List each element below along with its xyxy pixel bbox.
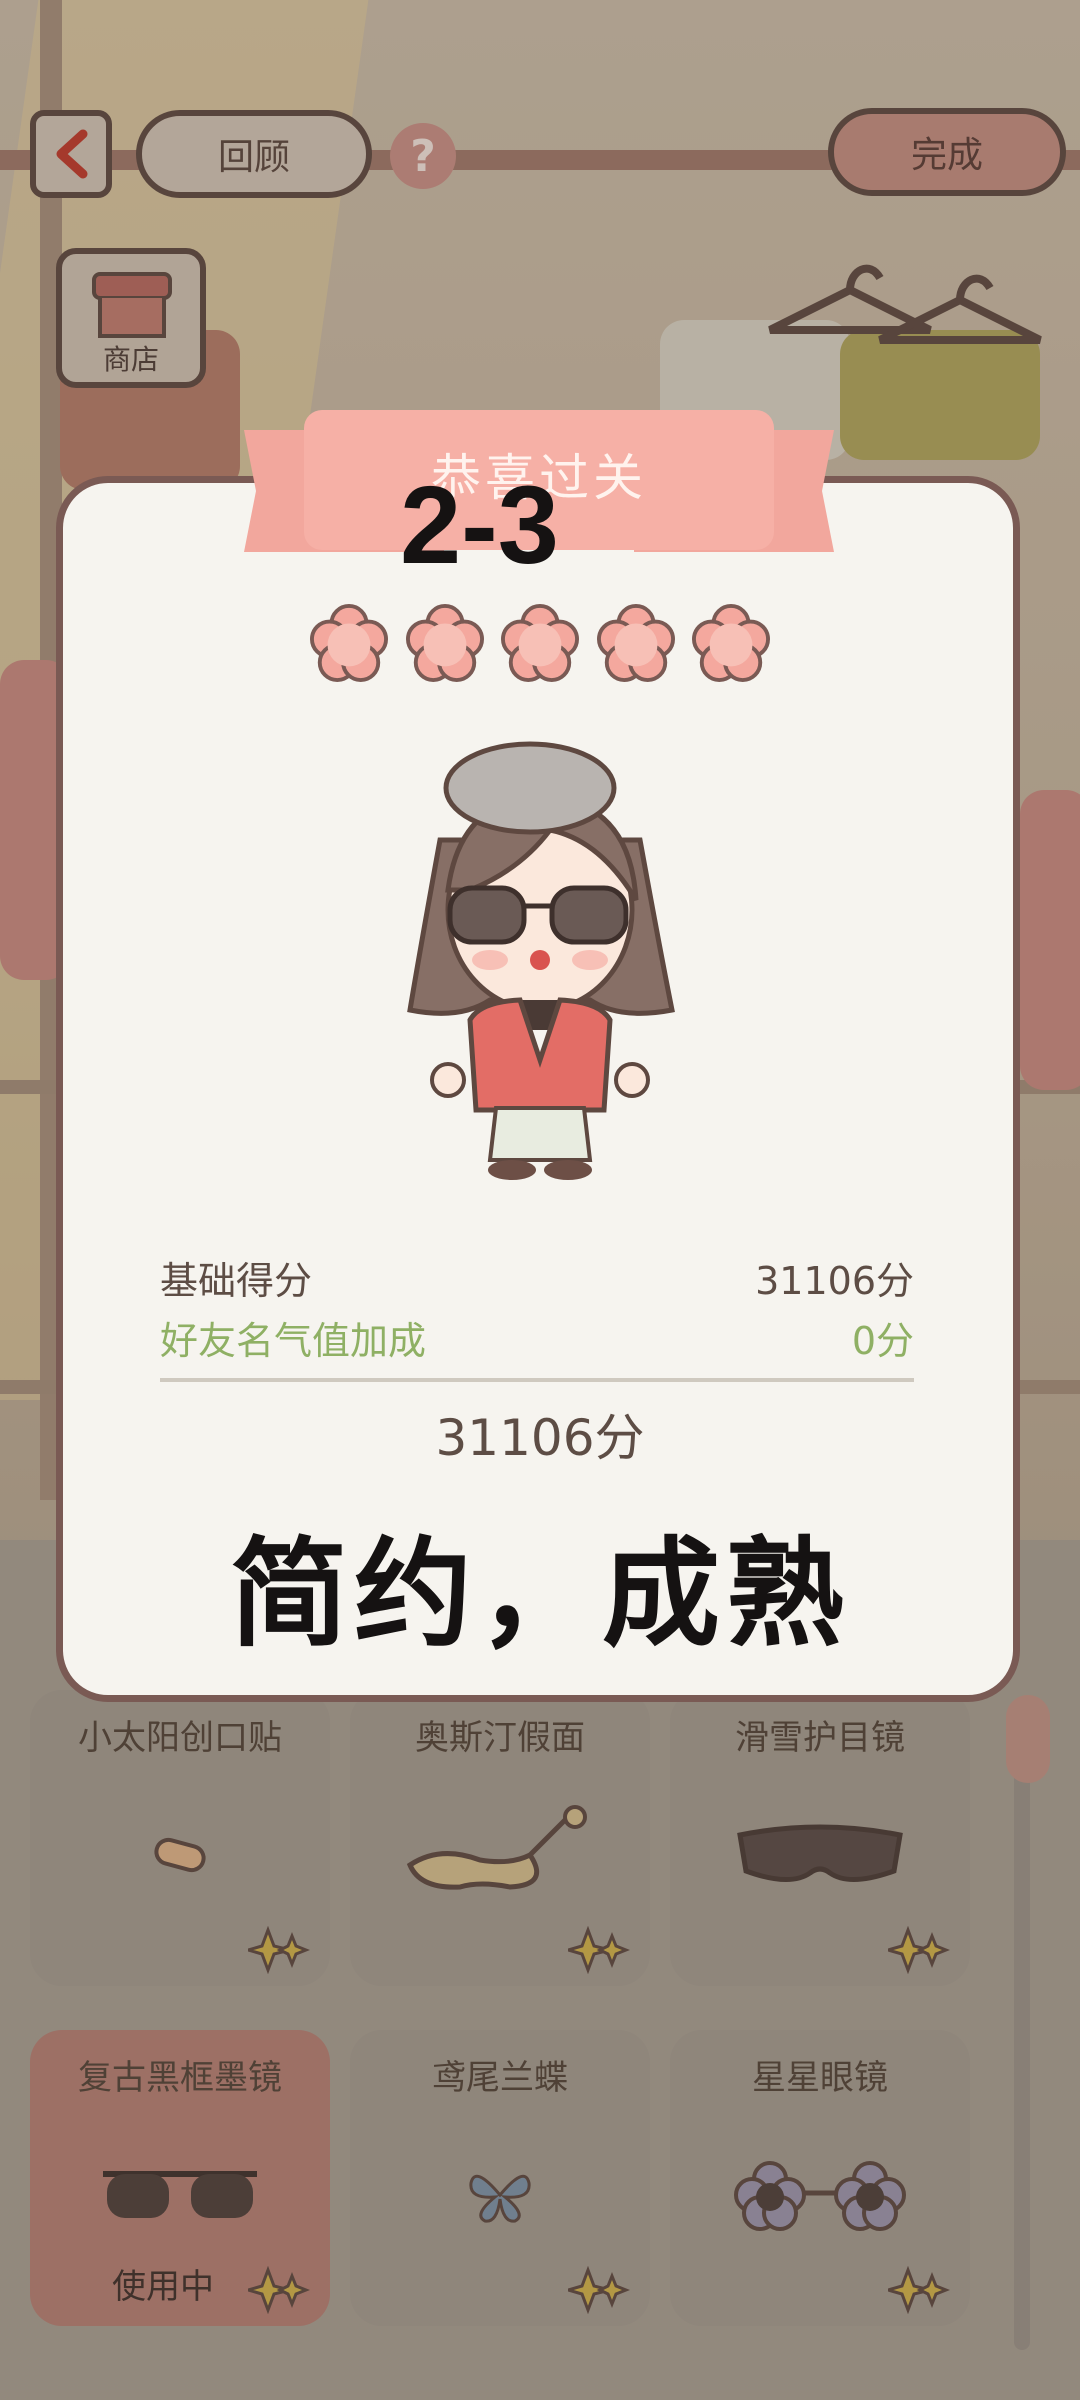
style-remark: 简约，成熟 xyxy=(229,1525,850,1663)
character-avatar xyxy=(407,741,675,1180)
flower-star-icon xyxy=(405,604,484,682)
friend-bonus-row: 好友名气值加成 0分 xyxy=(160,1312,914,1363)
level-number: 2-3 xyxy=(400,464,559,587)
friend-bonus-value: 0分 xyxy=(851,1318,914,1363)
total-score: 31106分 xyxy=(435,1409,645,1467)
flower-star-icon xyxy=(501,604,579,682)
flower-star-icon xyxy=(596,604,675,682)
base-score-value: 31106分 xyxy=(755,1258,914,1303)
star-rating xyxy=(310,604,770,684)
flower-star-icon xyxy=(310,604,388,682)
base-score-label: 基础得分 xyxy=(160,1258,313,1303)
score-divider xyxy=(160,1378,914,1382)
friend-bonus-label: 好友名气值加成 xyxy=(160,1318,427,1363)
flower-star-icon xyxy=(692,604,770,682)
base-score-row: 基础得分 31106分 xyxy=(160,1252,914,1303)
